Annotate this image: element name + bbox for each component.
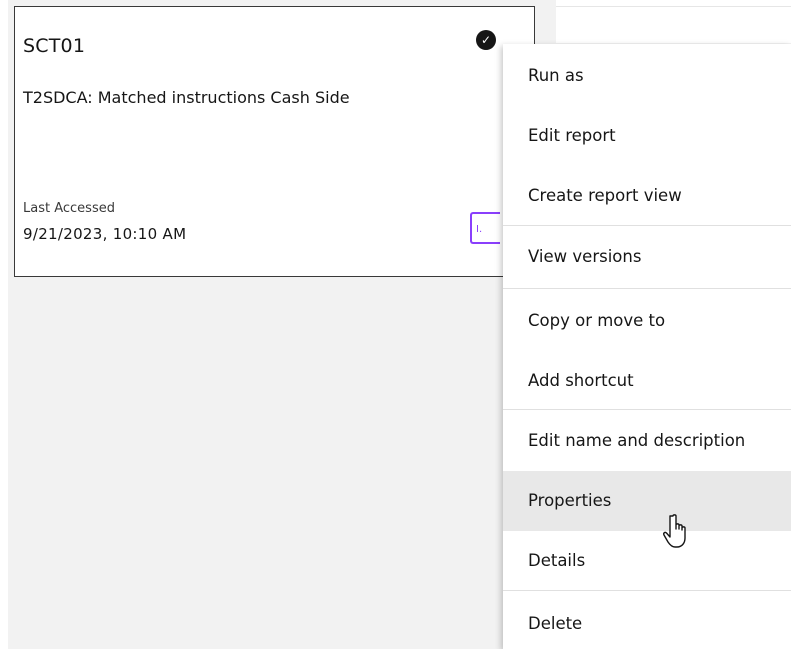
hand-pointer-icon (663, 514, 686, 548)
card-description: T2SDCA: Matched instructions Cash Side (23, 88, 350, 107)
menu-item-run-as[interactable]: Run as (503, 46, 791, 106)
menu-item-label: Add shortcut (528, 371, 634, 390)
last-accessed-value: 9/21/2023, 10:10 AM (23, 225, 187, 243)
menu-item-view-versions[interactable]: View versions (503, 227, 791, 287)
menu-item-edit-name-description[interactable]: Edit name and description (503, 411, 791, 471)
menu-item-add-shortcut[interactable]: Add shortcut (503, 351, 791, 411)
menu-item-label: Create report view (528, 186, 682, 205)
menu-item-label: Details (528, 551, 586, 570)
checkmark-filled-icon[interactable]: ✓ (476, 30, 496, 50)
report-icon: I. (470, 212, 500, 244)
menu-item-details[interactable]: Details (503, 531, 791, 591)
menu-item-copy-or-move[interactable]: Copy or move to (503, 291, 791, 351)
overflow-menu: Run as Edit report Create report view Vi… (503, 44, 791, 649)
menu-item-label: Run as (528, 66, 584, 85)
menu-divider (503, 225, 791, 226)
menu-item-label: Properties (528, 491, 612, 510)
menu-item-edit-report[interactable]: Edit report (503, 106, 791, 166)
menu-item-delete[interactable]: Delete (503, 594, 791, 649)
menu-item-label: Edit report (528, 126, 616, 145)
menu-item-properties[interactable]: Properties (503, 471, 791, 531)
toolbar-border (556, 6, 791, 7)
menu-item-label: Edit name and description (528, 431, 746, 450)
menu-item-label: Delete (528, 614, 583, 633)
menu-item-label: Copy or move to (528, 311, 666, 330)
menu-divider (503, 288, 791, 289)
menu-divider (503, 590, 791, 591)
last-accessed-label: Last Accessed (23, 201, 115, 216)
menu-item-create-report-view[interactable]: Create report view (503, 166, 791, 226)
card-title: SCT01 (23, 35, 86, 57)
menu-item-label: View versions (528, 247, 642, 266)
menu-divider (503, 409, 791, 410)
workspace: SCT01 T2SDCA: Matched instructions Cash … (0, 0, 791, 649)
